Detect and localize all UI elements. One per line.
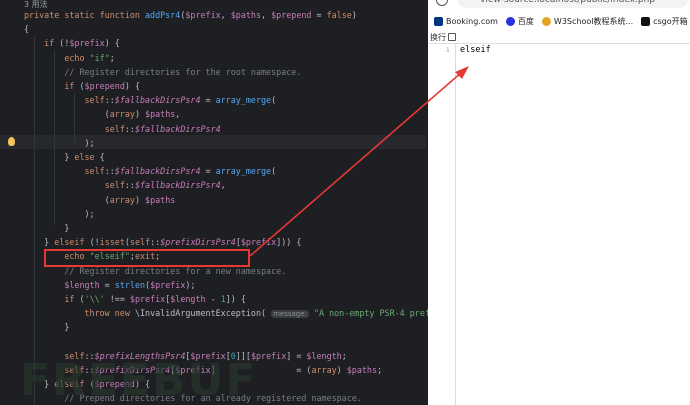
usage-hint[interactable]: 3 用法 xyxy=(24,0,48,9)
annotation-arrow xyxy=(249,66,469,257)
